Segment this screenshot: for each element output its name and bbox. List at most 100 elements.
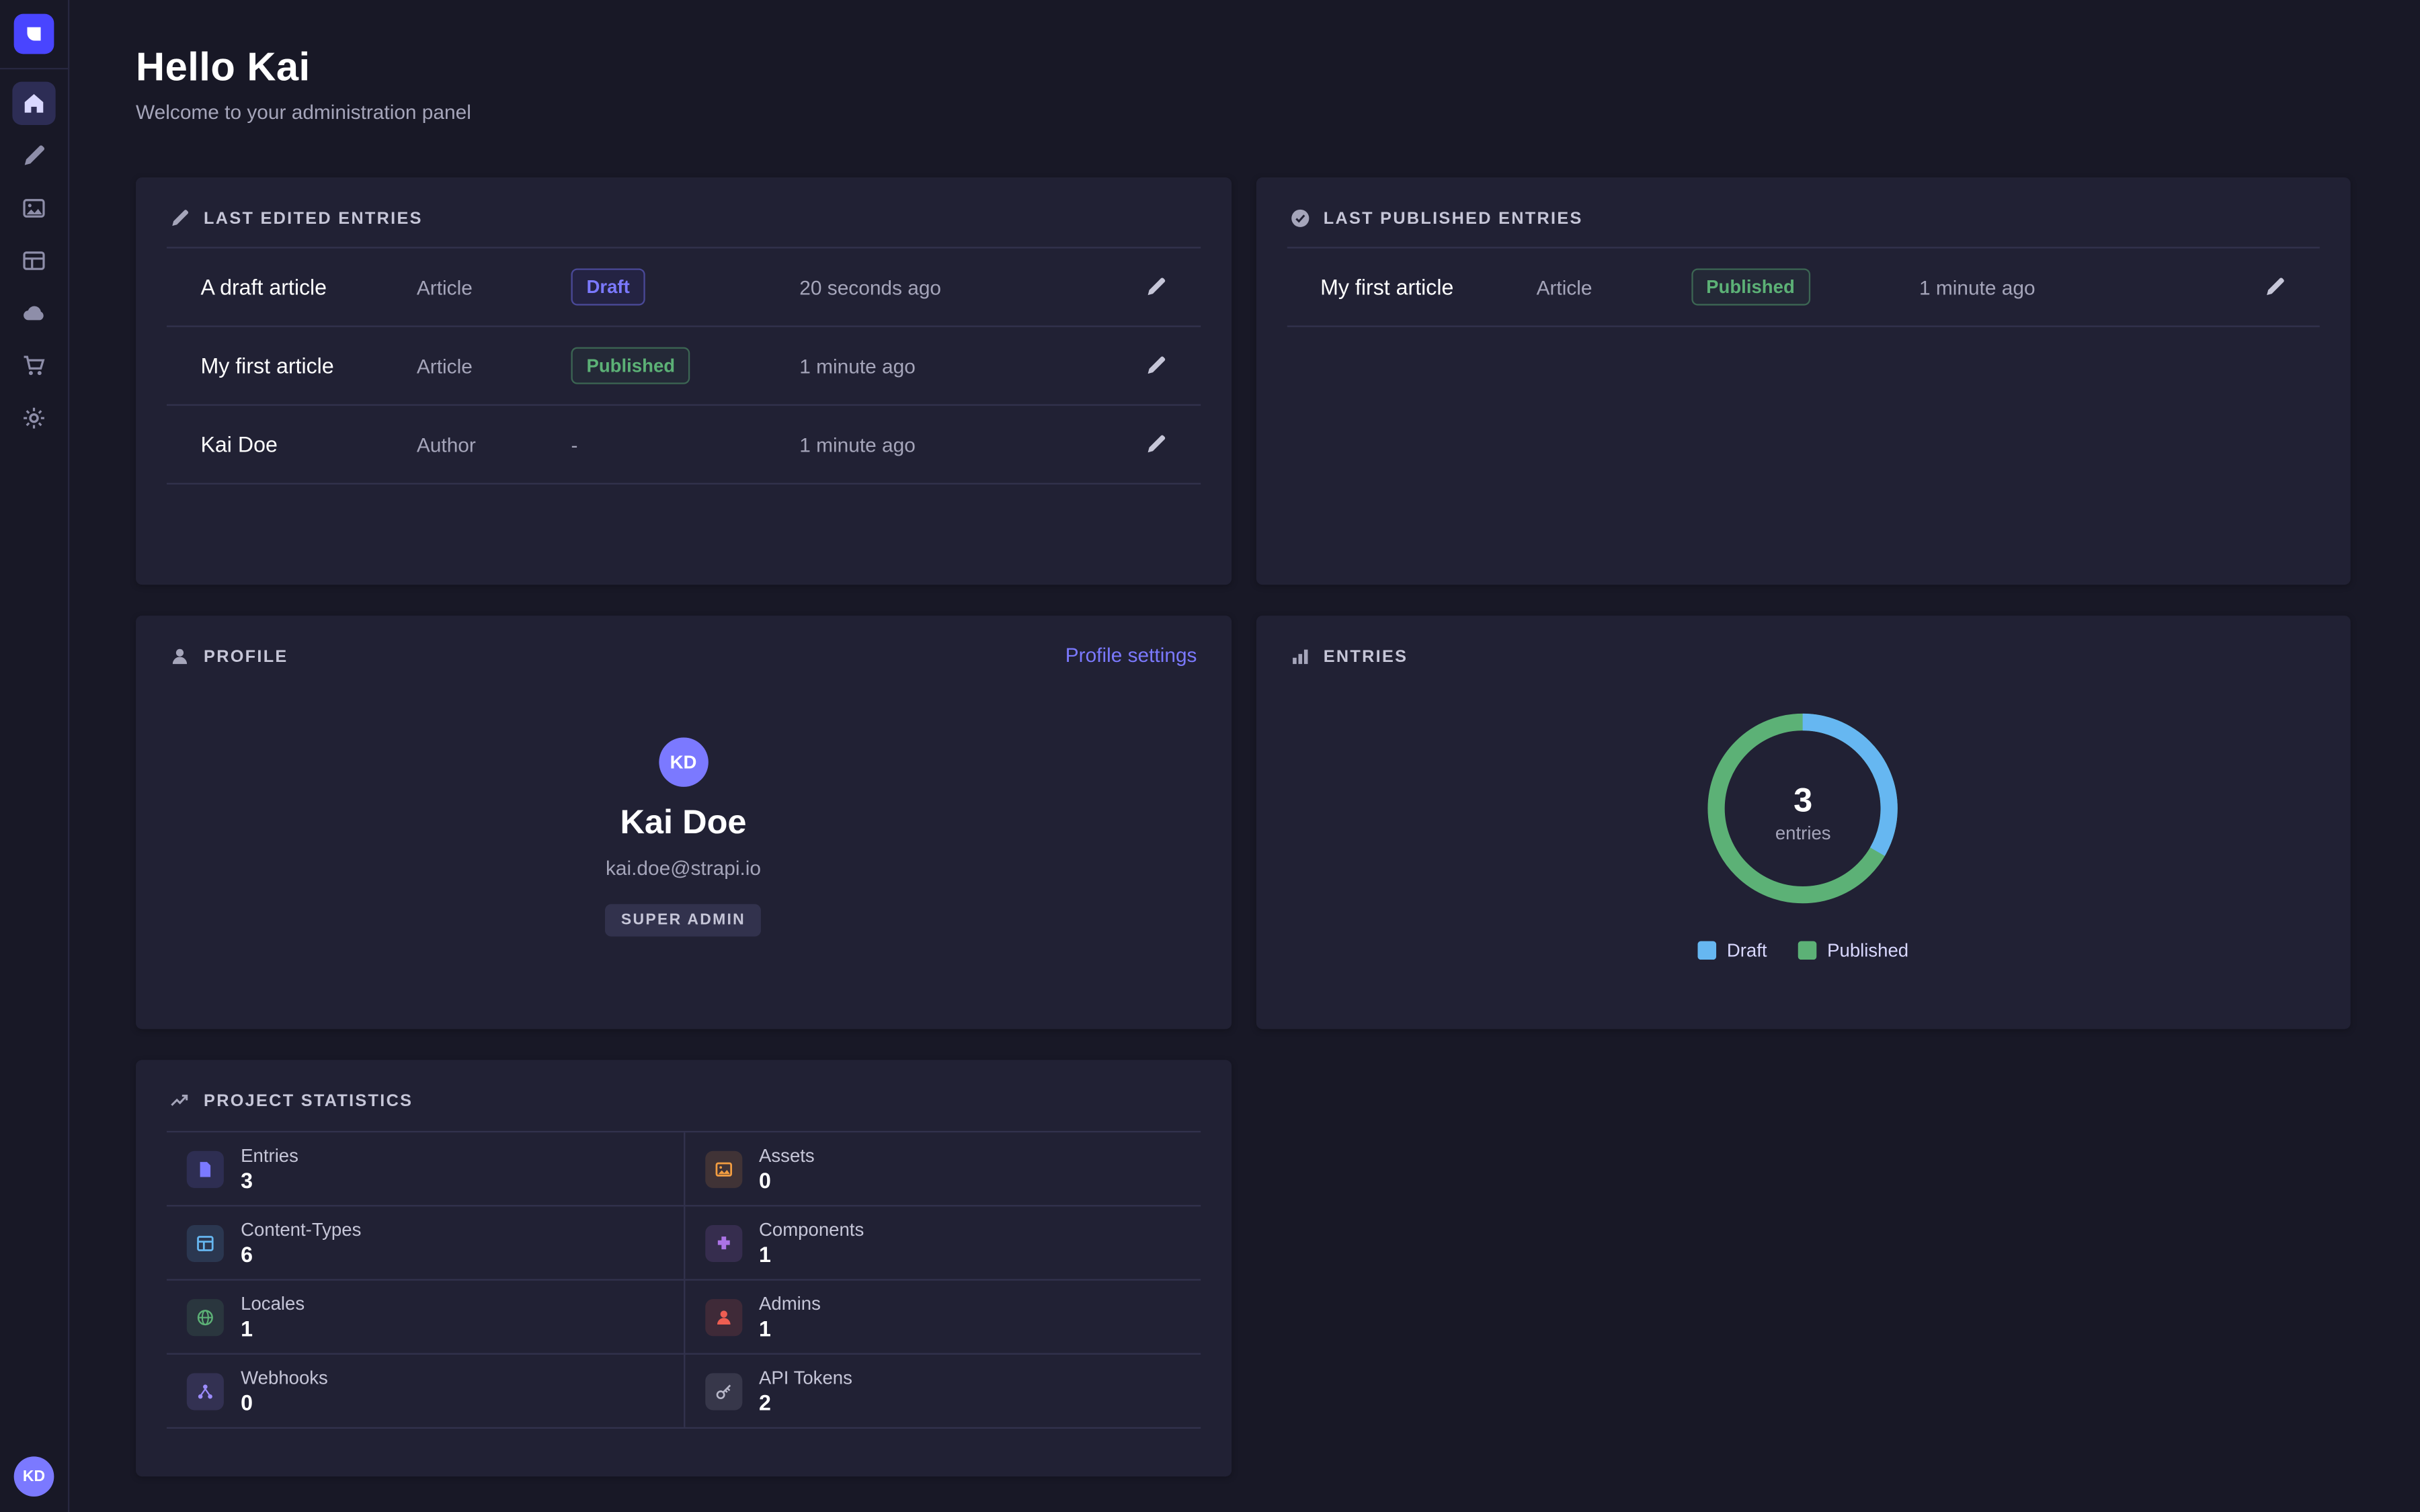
entry-name: My first article bbox=[200, 353, 416, 378]
entries-table: A draft article Article Draft 20 seconds… bbox=[167, 247, 1200, 485]
stat-locales: Locales 1 bbox=[167, 1281, 684, 1353]
marketplace-cart-icon bbox=[22, 353, 46, 378]
stat-api-tokens: API Tokens 2 bbox=[684, 1355, 1201, 1427]
stat-value: 3 bbox=[241, 1168, 298, 1193]
layout-icon bbox=[187, 1224, 224, 1261]
entry-row: My first article Article Published 1 min… bbox=[1287, 247, 2320, 327]
stat-row: Entries 3 Assets 0 bbox=[167, 1131, 1200, 1205]
stat-admins: Admins 1 bbox=[684, 1281, 1201, 1353]
stat-label: Locales bbox=[241, 1293, 305, 1314]
strapi-logo-icon bbox=[23, 23, 44, 44]
role-badge: SUPER ADMIN bbox=[606, 904, 761, 936]
legend-label: Draft bbox=[1727, 939, 1767, 961]
entry-time: 1 minute ago bbox=[799, 433, 1126, 456]
stat-value: 2 bbox=[759, 1390, 852, 1415]
profile-body: KD Kai Doe kai.doe@strapi.io SUPER ADMIN bbox=[136, 667, 1231, 937]
draft-color-chip bbox=[1697, 941, 1716, 960]
last-edited-entries-card: LAST EDITED ENTRIES A draft article Arti… bbox=[136, 177, 1231, 585]
project-statistics-card: PROJECT STATISTICS Entries 3 bbox=[136, 1060, 1231, 1476]
entry-kind: Article bbox=[417, 354, 571, 377]
home-icon bbox=[22, 91, 46, 116]
entries-count-label: entries bbox=[1775, 822, 1831, 843]
stat-value: 1 bbox=[759, 1316, 821, 1341]
stat-value: 0 bbox=[759, 1168, 815, 1193]
main-content: Hello Kai Welcome to your administration… bbox=[68, 0, 2420, 1476]
edit-entry-button[interactable] bbox=[1144, 355, 1166, 376]
entries-count: 3 bbox=[1793, 782, 1812, 818]
pencil-icon bbox=[1144, 433, 1166, 455]
sidebar-item-settings[interactable] bbox=[12, 396, 55, 439]
profile-email: kai.doe@strapi.io bbox=[606, 856, 761, 879]
settings-gear-icon bbox=[22, 406, 46, 431]
stat-assets: Assets 0 bbox=[684, 1132, 1201, 1205]
stat-value: 1 bbox=[759, 1242, 864, 1267]
entry-time: 1 minute ago bbox=[799, 354, 1126, 377]
stat-label: Entries bbox=[241, 1145, 298, 1167]
strapi-logo[interactable] bbox=[14, 14, 54, 54]
status-badge: Published bbox=[571, 347, 690, 384]
sidebar-item-marketplace[interactable] bbox=[12, 344, 55, 387]
sidebar-item-media-library[interactable] bbox=[12, 187, 55, 230]
profile-settings-link[interactable]: Profile settings bbox=[1065, 643, 1197, 666]
profile-name: Kai Doe bbox=[620, 802, 746, 843]
check-circle-icon bbox=[1289, 208, 1309, 228]
card-head: PROJECT STATISTICS bbox=[136, 1060, 1231, 1111]
card-head: LAST EDITED ENTRIES bbox=[136, 177, 1231, 228]
sidebar-item-content-type-builder[interactable] bbox=[12, 239, 55, 282]
file-icon bbox=[187, 1150, 224, 1187]
statistics-table: Entries 3 Assets 0 bbox=[167, 1131, 1200, 1429]
person-icon bbox=[705, 1298, 742, 1335]
entry-name: A draft article bbox=[200, 275, 416, 300]
sidebar-item-content-manager[interactable] bbox=[12, 134, 55, 177]
last-published-entries-card: LAST PUBLISHED ENTRIES My first article … bbox=[1256, 177, 2351, 585]
stat-row: Locales 1 Admins 1 bbox=[167, 1279, 1200, 1353]
card-head: ENTRIES bbox=[1256, 616, 2351, 667]
entry-row: My first article Article Published 1 min… bbox=[167, 325, 1200, 404]
edit-entry-button[interactable] bbox=[2264, 276, 2286, 298]
webhook-icon bbox=[187, 1372, 224, 1409]
card-title: PROFILE bbox=[204, 647, 288, 666]
card-title: LAST EDITED ENTRIES bbox=[204, 209, 423, 228]
stat-label: Content-Types bbox=[241, 1219, 361, 1241]
chart-legend: Draft Published bbox=[1256, 939, 2351, 961]
stat-value: 6 bbox=[241, 1242, 361, 1267]
sidebar: KD bbox=[0, 0, 69, 1512]
card-head: LAST PUBLISHED ENTRIES bbox=[1256, 177, 2351, 228]
entry-row: Kai Doe Author - 1 minute ago bbox=[167, 405, 1200, 485]
edit-entry-button[interactable] bbox=[1144, 276, 1166, 298]
cloud-icon bbox=[22, 301, 46, 326]
app-root: KD Hello Kai Welcome to your administrat… bbox=[0, 0, 2420, 1512]
cards-grid: LAST EDITED ENTRIES A draft article Arti… bbox=[68, 177, 2420, 1476]
stat-value: 0 bbox=[241, 1390, 328, 1415]
card-title: PROJECT STATISTICS bbox=[204, 1091, 413, 1110]
entry-name: My first article bbox=[1320, 275, 1536, 300]
status-badge: Draft bbox=[571, 268, 645, 305]
pencil-icon bbox=[2264, 276, 2286, 298]
entry-kind: Author bbox=[417, 433, 571, 456]
logo-box bbox=[0, 0, 68, 69]
stat-label: Webhooks bbox=[241, 1367, 328, 1388]
media-library-icon bbox=[22, 196, 46, 221]
trend-up-icon bbox=[170, 1091, 190, 1111]
stat-label: Components bbox=[759, 1219, 864, 1241]
sidebar-item-cloud[interactable] bbox=[12, 292, 55, 335]
entries-donut-chart: 3 entries bbox=[1704, 710, 1902, 915]
edit-entry-button[interactable] bbox=[1144, 433, 1166, 455]
globe-icon bbox=[187, 1298, 224, 1335]
entry-kind: Article bbox=[1537, 276, 1691, 298]
card-title: LAST PUBLISHED ENTRIES bbox=[1324, 209, 1583, 228]
entries-card: ENTRIES 3 entries Draft bbox=[1256, 616, 2351, 1029]
legend-item-draft: Draft bbox=[1697, 939, 1767, 961]
stat-row: Webhooks 0 API Tokens 2 bbox=[167, 1353, 1200, 1427]
stat-label: Admins bbox=[759, 1293, 821, 1314]
user-avatar[interactable]: KD bbox=[14, 1456, 54, 1497]
page-header: Hello Kai Welcome to your administration… bbox=[68, 0, 2420, 177]
stat-entries: Entries 3 bbox=[167, 1132, 684, 1205]
sidebar-item-home[interactable] bbox=[12, 82, 55, 125]
pencil-icon bbox=[1144, 276, 1166, 298]
entry-time: 20 seconds ago bbox=[799, 276, 1126, 298]
stat-webhooks: Webhooks 0 bbox=[167, 1355, 684, 1427]
status-badge: Published bbox=[1691, 268, 1810, 305]
entry-row: A draft article Article Draft 20 seconds… bbox=[167, 247, 1200, 325]
card-title: ENTRIES bbox=[1324, 647, 1408, 666]
